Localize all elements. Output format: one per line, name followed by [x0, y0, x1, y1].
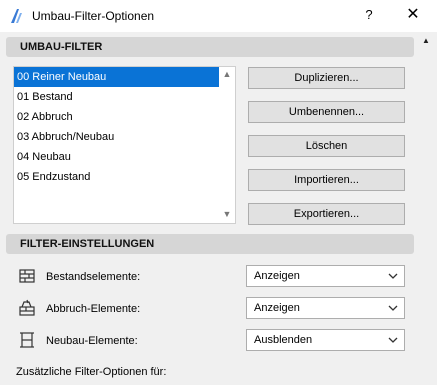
extra-filter-options-label: Zusätzliche Filter-Optionen für: [16, 366, 167, 378]
filter-list[interactable]: 00 Reiner Neubau 01 Bestand 02 Abbruch 0… [13, 66, 236, 224]
demolition-elements-select[interactable]: Anzeigen [246, 297, 405, 319]
list-scroll-up-icon[interactable]: ▲ [221, 69, 233, 81]
filter-section-header[interactable]: UMBAU-FILTER [6, 37, 414, 57]
demolition-elements-value: Anzeigen [254, 302, 300, 314]
list-item[interactable]: 02 Abbruch [14, 107, 219, 127]
close-button[interactable]: ✕ [402, 4, 424, 26]
existing-elements-icon [19, 269, 35, 283]
chevron-down-icon [388, 305, 398, 311]
title-bar: Umbau-Filter-Optionen ? ✕ [0, 0, 437, 32]
chevron-down-icon [388, 337, 398, 343]
settings-section-header[interactable]: FILTER-EINSTELLUNGEN [6, 234, 414, 254]
list-item[interactable]: 05 Endzustand [14, 167, 219, 187]
demolition-elements-label: Abbruch-Elemente: [46, 303, 141, 315]
new-elements-icon [20, 332, 34, 348]
archicad-app-icon [11, 9, 22, 23]
list-item[interactable]: 03 Abbruch/Neubau [14, 127, 219, 147]
duplicate-button[interactable]: Duplizieren... [248, 67, 405, 89]
help-button[interactable]: ? [358, 4, 380, 26]
existing-elements-label: Bestandselemente: [46, 271, 141, 283]
import-button[interactable]: Importieren... [248, 169, 405, 191]
rename-button[interactable]: Umbenennen... [248, 101, 405, 123]
export-button[interactable]: Exportieren... [248, 203, 405, 225]
new-elements-select[interactable]: Ausblenden [246, 329, 405, 351]
new-elements-value: Ausblenden [254, 334, 313, 346]
new-elements-label: Neubau-Elemente: [46, 335, 138, 347]
chevron-down-icon [388, 273, 398, 279]
existing-elements-select[interactable]: Anzeigen [246, 265, 405, 287]
list-scroll-down-icon[interactable]: ▼ [221, 209, 233, 221]
list-item[interactable]: 00 Reiner Neubau [14, 67, 219, 87]
window-title: Umbau-Filter-Optionen [32, 9, 155, 23]
delete-button[interactable]: Löschen [248, 135, 405, 157]
list-item[interactable]: 04 Neubau [14, 147, 219, 167]
demolition-elements-icon [19, 299, 35, 316]
dialog-scroll-up-icon[interactable]: ▲ [422, 36, 430, 45]
list-item[interactable]: 01 Bestand [14, 87, 219, 107]
existing-elements-value: Anzeigen [254, 270, 300, 282]
